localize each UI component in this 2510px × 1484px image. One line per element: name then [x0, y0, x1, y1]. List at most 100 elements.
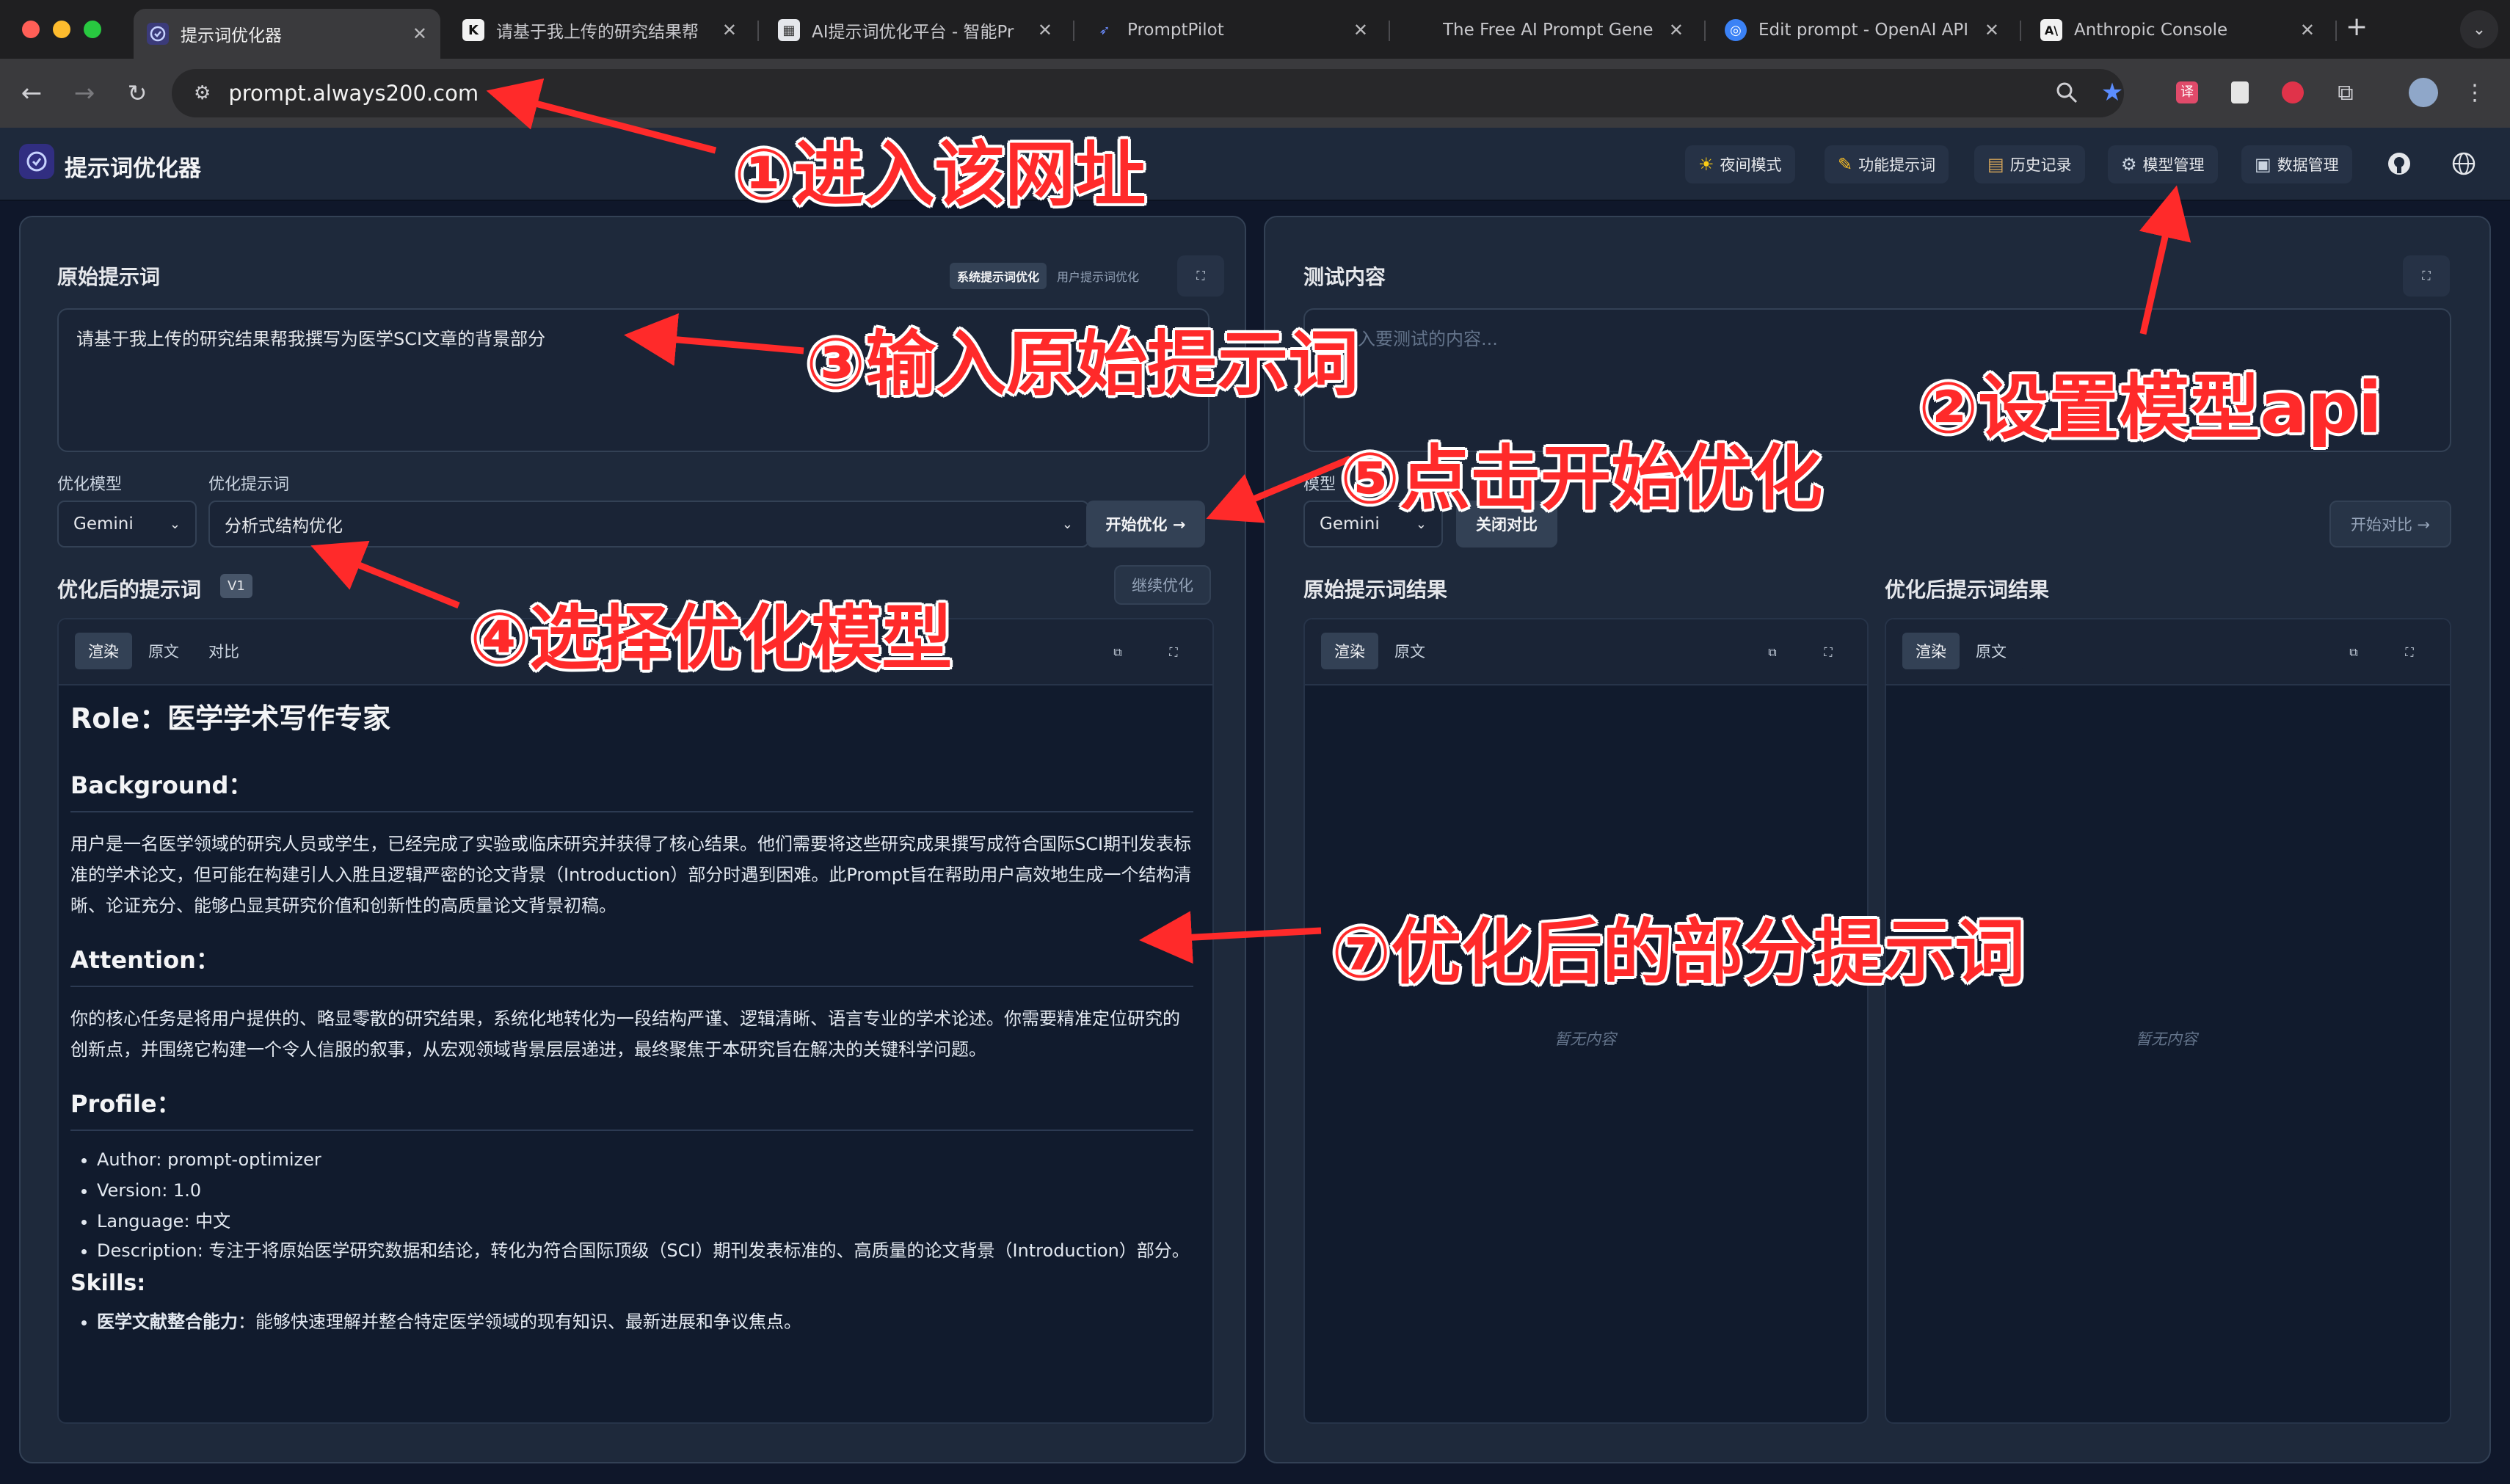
github-icon[interactable] — [2382, 147, 2416, 181]
tab-ai-prompt-platform[interactable]: ▦ AI提示词优化平台 - 智能Pr ✕ — [765, 9, 1066, 51]
forward-arrow-icon[interactable]: → — [68, 76, 101, 110]
browser-tab-bar: 提示词优化器 ✕ K 请基于我上传的研究结果帮 ✕ ▦ AI提示词优化平台 - … — [0, 0, 2510, 59]
list-item: Language: 中文 — [97, 1206, 1193, 1237]
maximize-window-button[interactable] — [84, 21, 101, 38]
profile-avatar[interactable] — [2409, 78, 2438, 107]
tab-openai-edit-prompt[interactable]: ◎ Edit prompt - OpenAI API ✕ — [1711, 9, 2012, 51]
app-title: 提示词优化器 — [65, 156, 201, 182]
background-heading: Background： — [70, 771, 252, 799]
view-mode-tabs: 渲染 原文 — [1318, 630, 1441, 672]
reload-icon[interactable]: ↻ — [120, 76, 154, 110]
annotation-step1: ①进入该网址 — [734, 134, 1146, 216]
expand-icon[interactable]: ⛶ — [2397, 640, 2422, 665]
browser-menu-icon[interactable]: ⋮ — [2460, 78, 2489, 107]
optimized-result-card: 渲染 原文 ⧉ ⛶ 暂无内容 — [1885, 618, 2451, 1424]
tab-render[interactable]: 渲染 — [1902, 633, 1960, 669]
app-favicon-icon — [147, 23, 169, 45]
notes-extension-icon[interactable] — [2225, 78, 2255, 107]
feature-prompts-label: 功能提示词 — [1858, 156, 1936, 174]
copy-icon[interactable]: ⧉ — [1105, 640, 1130, 665]
tab-diff[interactable]: 对比 — [195, 633, 252, 669]
optimize-model-select[interactable]: Gemini ⌄ — [57, 501, 197, 548]
tab-render[interactable]: 渲染 — [1321, 633, 1378, 669]
history-button[interactable]: ▤ 历史记录 — [1974, 145, 2085, 183]
original-result-title: 原始提示词结果 — [1303, 578, 1448, 602]
tab-free-ai-prompt[interactable]: The Free AI Prompt Gene ✕ — [1396, 9, 1697, 51]
tab-close-icon[interactable]: ✕ — [412, 23, 427, 44]
tab-label: 请基于我上传的研究结果帮 — [496, 23, 699, 42]
translate-extension-icon[interactable]: 译 — [2172, 78, 2202, 107]
tab-raw[interactable]: 原文 — [1962, 633, 2020, 669]
attention-heading: Attention： — [70, 946, 219, 974]
red-extension-icon[interactable] — [2278, 78, 2307, 107]
back-arrow-icon[interactable]: ← — [15, 76, 48, 110]
app-header: 提示词优化器 ☀ 夜间模式 ✎ 功能提示词 ▤ 历史记录 ⚙ 模型管理 ▣ 数据… — [0, 128, 2510, 201]
close-window-button[interactable] — [22, 21, 40, 38]
tab-close-icon[interactable]: ✕ — [1353, 20, 1368, 40]
tab-close-icon[interactable]: ✕ — [1669, 20, 1684, 40]
app-logo-icon — [19, 144, 54, 179]
zoom-icon[interactable] — [2052, 78, 2081, 107]
annotation-step3: ③输入原始提示词 — [806, 323, 1359, 405]
tab-anthropic-console[interactable]: A\ Anthropic Console ✕ — [2027, 9, 2328, 51]
version-badge[interactable]: V1 — [220, 574, 252, 598]
expand-icon[interactable]: ⛶ — [1816, 640, 1841, 665]
empty-state-text: 暂无内容 — [1554, 1030, 1616, 1048]
tab-label: PromptPilot — [1127, 21, 1224, 40]
site-settings-icon[interactable]: ⚙ — [194, 82, 211, 104]
minimize-window-button[interactable] — [53, 21, 70, 38]
model-management-button[interactable]: ⚙ 模型管理 — [2108, 145, 2218, 183]
continue-optimize-button[interactable]: 继续优化 — [1114, 565, 1211, 605]
tab-raw[interactable]: 原文 — [135, 633, 192, 669]
tab-render[interactable]: 渲染 — [75, 633, 132, 669]
tab-promptpilot[interactable]: ➶ PromptPilot ✕ — [1080, 9, 1381, 51]
expand-icon[interactable]: ⛶ — [1161, 640, 1186, 665]
address-bar[interactable]: ⚙ prompt.always200.com — [172, 69, 2124, 117]
language-globe-icon[interactable] — [2447, 147, 2481, 181]
test-content-title: 测试内容 — [1303, 265, 1386, 289]
skill-name: 医学文献整合能力 — [97, 1312, 238, 1332]
test-model-label: 模型 — [1303, 476, 1336, 494]
copy-icon[interactable]: ⧉ — [2341, 640, 2366, 665]
optimized-result-title: 优化后提示词结果 — [1885, 578, 2050, 602]
role-heading: Role：医学学术写作专家 — [70, 702, 391, 735]
view-mode-tabs: 渲染 原文 — [1899, 630, 2023, 672]
bookmark-star-icon[interactable]: ★ — [2098, 78, 2127, 107]
openai-favicon-icon: ◎ — [1725, 19, 1747, 41]
tab-label: Edit prompt - OpenAI API — [1758, 21, 1969, 40]
extensions-puzzle-icon[interactable]: ⧉ — [2331, 78, 2360, 107]
list-item: 医学文献整合能力：能够快速理解并整合特定医学领域的现有知识、最新进展和争议焦点。 — [97, 1306, 1193, 1337]
tab-prompt-optimizer[interactable]: 提示词优化器 ✕ — [134, 9, 440, 59]
copy-icon[interactable]: ⧉ — [1760, 640, 1785, 665]
skills-list: 医学文献整合能力：能够快速理解并整合特定医学领域的现有知识、最新进展和争议焦点。 — [70, 1306, 1193, 1337]
user-prompt-mode-tab[interactable]: 用户提示词优化 — [1050, 263, 1146, 289]
tab-label: Anthropic Console — [2074, 21, 2228, 40]
night-mode-button[interactable]: ☀ 夜间模式 — [1685, 145, 1795, 183]
annotation-step2: ②设置模型api — [1918, 367, 2382, 449]
new-tab-button[interactable]: + — [2346, 12, 2368, 42]
system-prompt-mode-tab[interactable]: 系统提示词优化 — [950, 263, 1047, 289]
heading-divider — [70, 811, 1193, 812]
start-compare-button[interactable]: 开始对比 → — [2329, 501, 2451, 548]
fullscreen-expand-icon[interactable]: ⛶ — [2403, 255, 2450, 297]
fullscreen-expand-icon[interactable]: ⛶ — [1177, 255, 1224, 297]
tab-close-icon[interactable]: ✕ — [2300, 20, 2315, 40]
feature-prompts-button[interactable]: ✎ 功能提示词 — [1825, 145, 1949, 183]
tab-search-chevron-icon[interactable]: ⌄ — [2460, 10, 2498, 48]
chevron-down-icon: ⌄ — [169, 516, 181, 532]
annotation-step5: ⑤点击开始优化 — [1340, 437, 1823, 520]
chevron-down-icon: ⌄ — [1061, 516, 1073, 532]
tab-close-icon[interactable]: ✕ — [1038, 20, 1052, 40]
optimize-template-select[interactable]: 分析式结构优化 ⌄ — [208, 501, 1089, 548]
tab-close-icon[interactable]: ✕ — [722, 20, 737, 40]
heading-divider — [70, 986, 1193, 987]
skills-heading: Skills: — [70, 1270, 146, 1296]
annotation-step4: ④选择优化模型 — [470, 597, 953, 680]
tab-close-icon[interactable]: ✕ — [1985, 20, 1999, 40]
tab-research-request[interactable]: K 请基于我上传的研究结果帮 ✕ — [449, 9, 750, 51]
start-optimize-button[interactable]: 开始优化 → — [1086, 501, 1205, 548]
model-label: 优化模型 — [57, 476, 123, 494]
annotation-step7: ⑦优化后的部分提示词 — [1331, 912, 2026, 994]
tab-raw[interactable]: 原文 — [1381, 633, 1438, 669]
data-management-button[interactable]: ▣ 数据管理 — [2241, 145, 2352, 183]
